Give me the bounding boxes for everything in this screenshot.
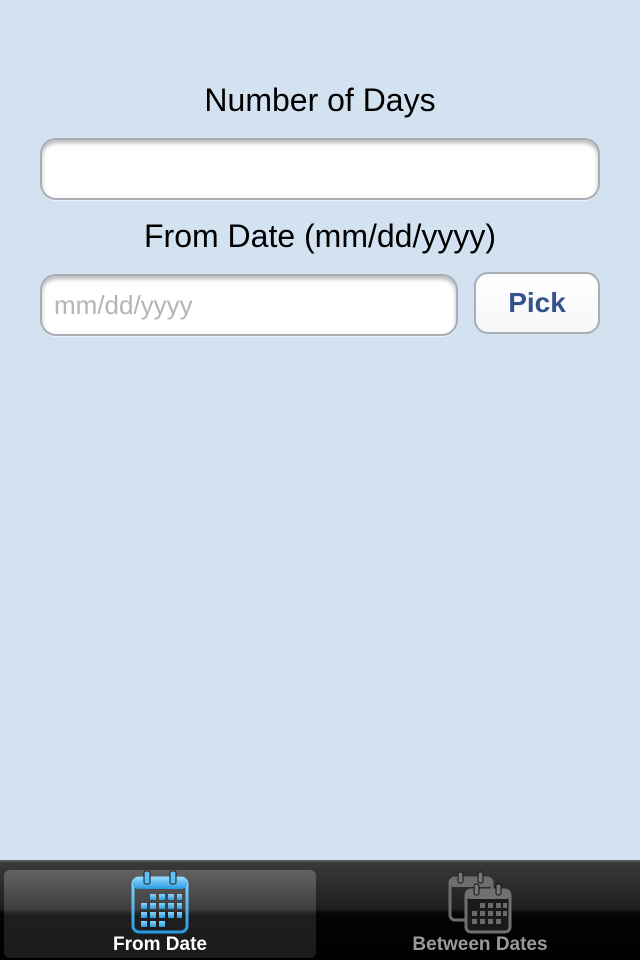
number-of-days-input[interactable] xyxy=(40,138,600,200)
from-date-input[interactable]: mm/dd/yyyy xyxy=(40,274,458,336)
tab-bar: From Date Between Dates xyxy=(0,860,640,960)
from-date-placeholder: mm/dd/yyyy xyxy=(54,289,193,320)
pick-date-button[interactable]: Pick xyxy=(474,272,600,334)
main-screen: Number of Days From Date (mm/dd/yyyy) mm… xyxy=(0,0,640,860)
calendars-icon xyxy=(448,871,512,934)
tab-between-dates-label: Between Dates xyxy=(412,934,548,955)
tab-between-dates[interactable]: Between Dates xyxy=(324,870,636,958)
calendar-icon xyxy=(131,870,189,934)
tab-from-date[interactable]: From Date xyxy=(4,870,316,958)
from-date-label: From Date (mm/dd/yyyy) xyxy=(143,218,497,254)
number-of-days-label: Number of Days xyxy=(204,82,436,118)
tab-from-date-label: From Date xyxy=(113,934,207,955)
